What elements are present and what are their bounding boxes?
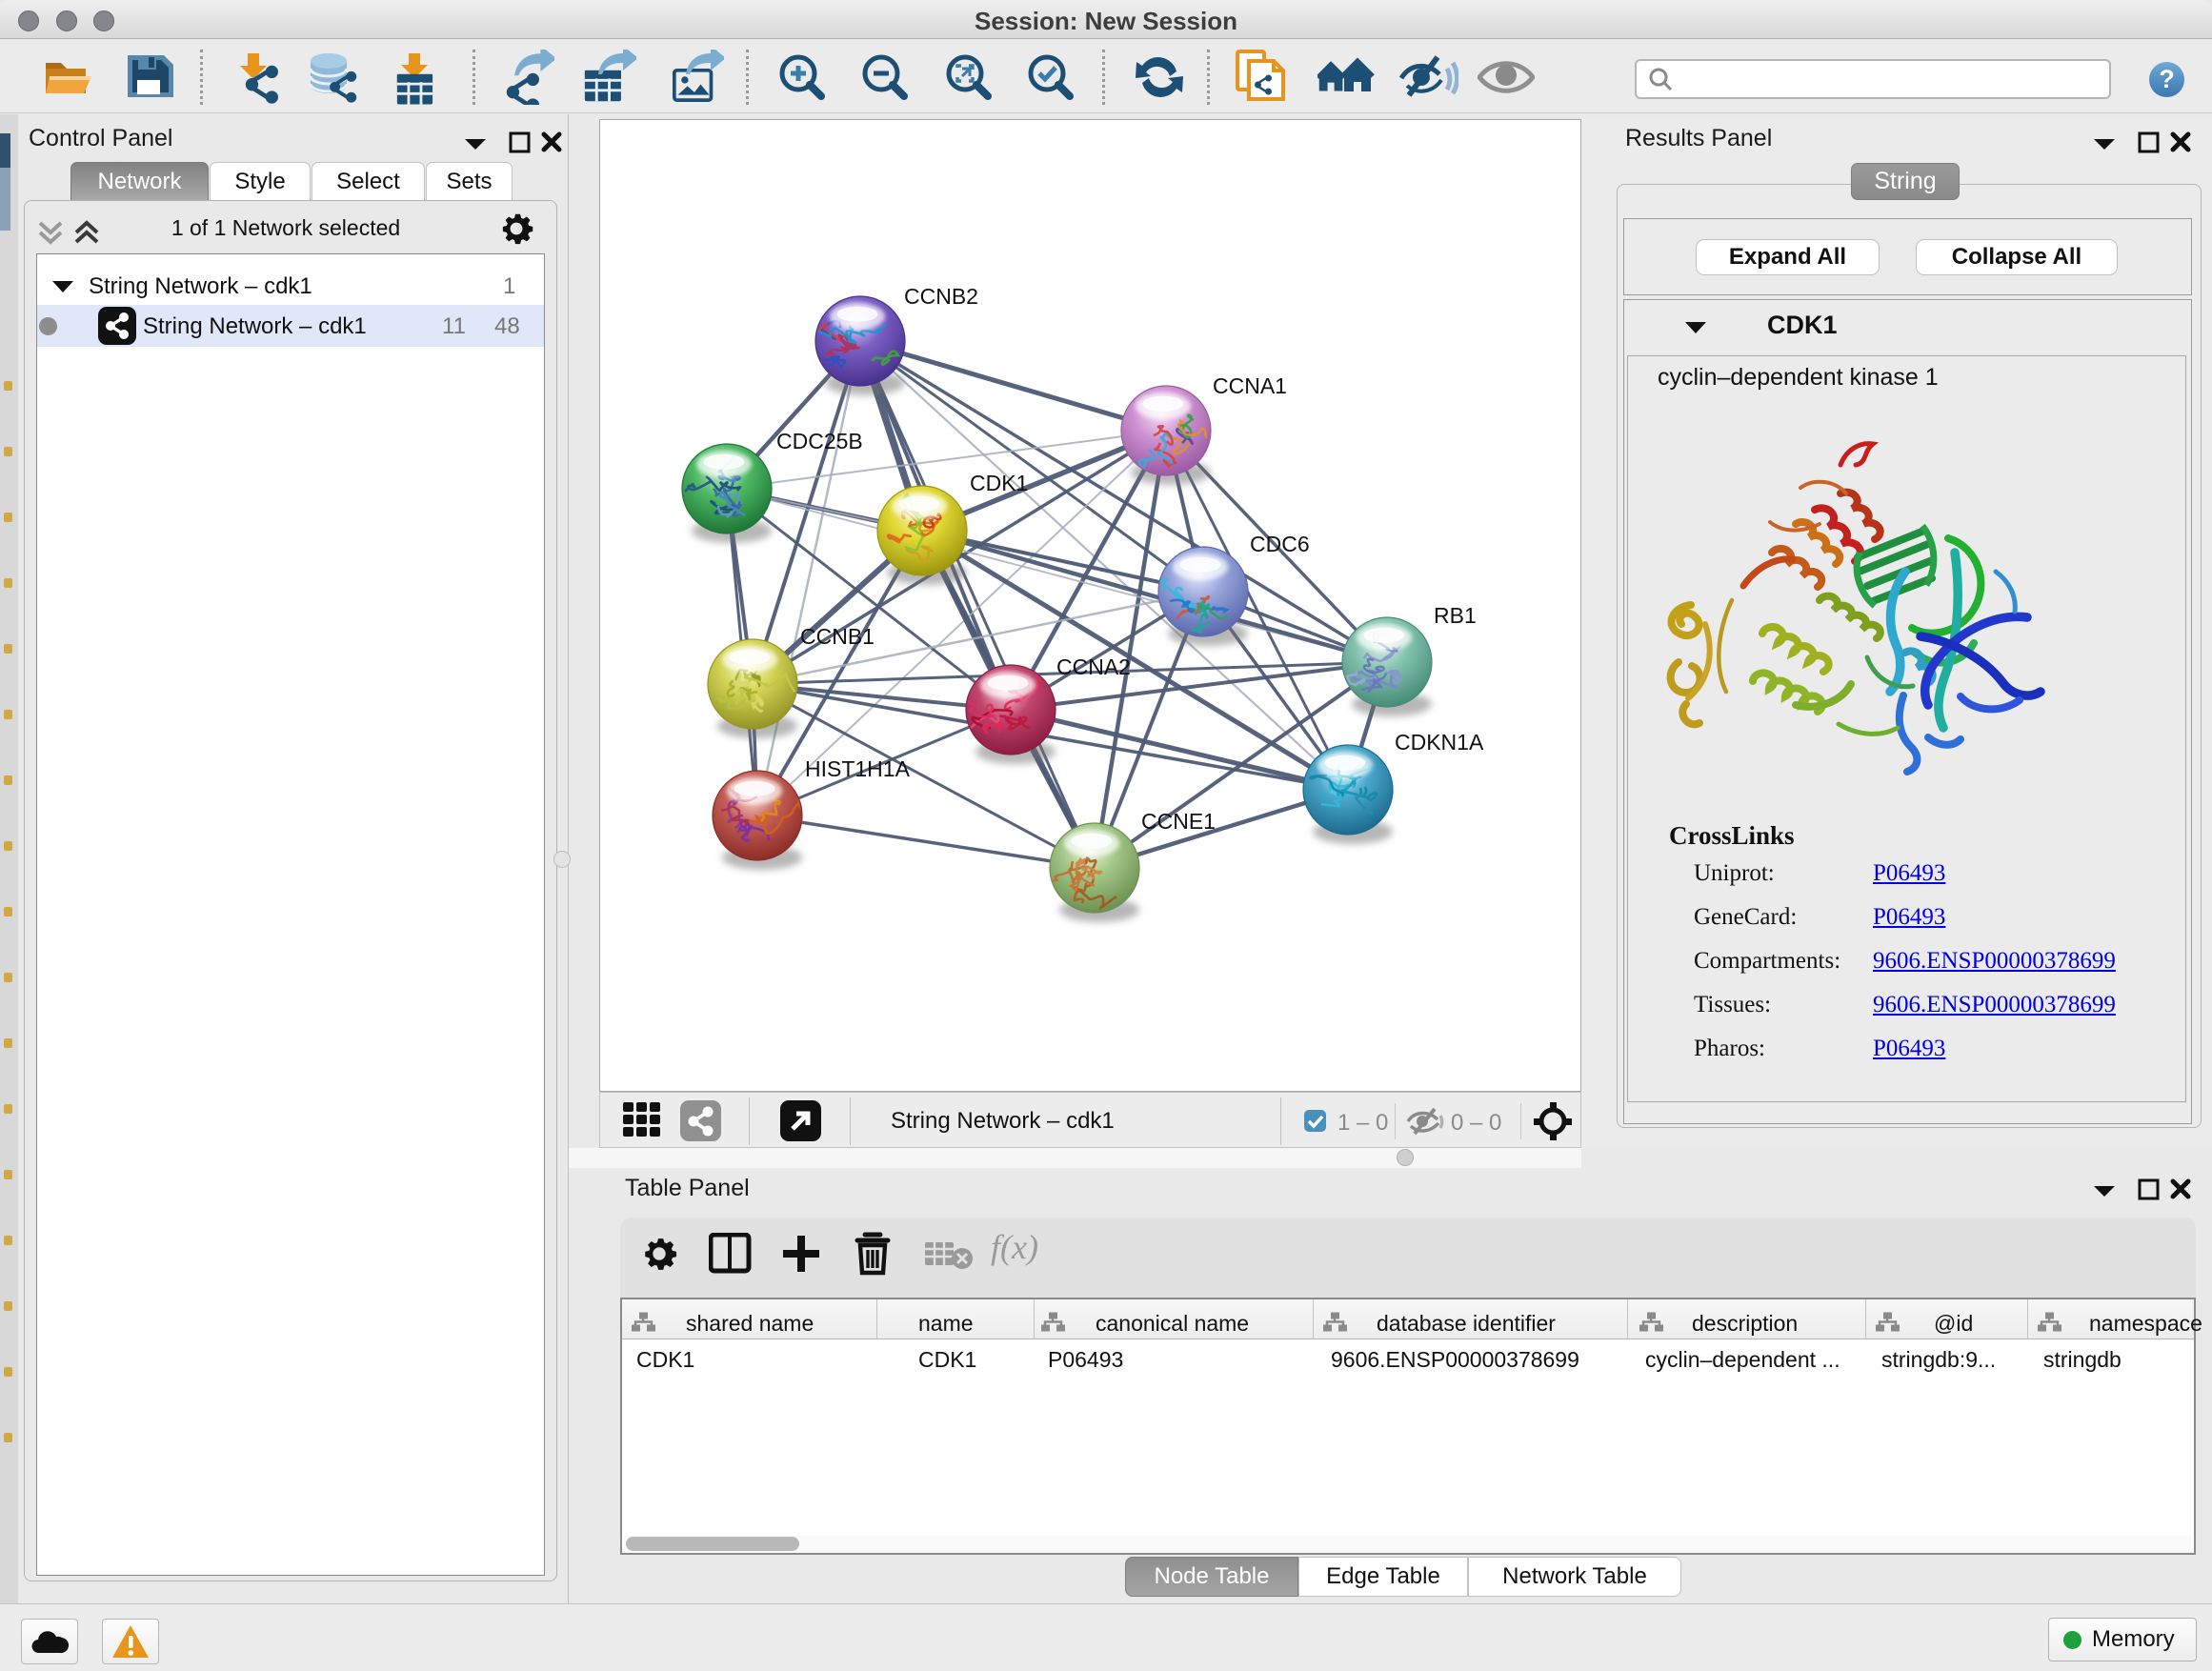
svg-text:CDKN1A: CDKN1A bbox=[1395, 730, 1484, 755]
svg-text:CCNA2: CCNA2 bbox=[1056, 654, 1131, 679]
svg-text:CCNB1: CCNB1 bbox=[800, 624, 875, 649]
svg-text:CDK1: CDK1 bbox=[970, 471, 1028, 495]
svg-text:CDC6: CDC6 bbox=[1250, 532, 1310, 556]
svg-text:CCNB2: CCNB2 bbox=[904, 284, 978, 309]
svg-text:RB1: RB1 bbox=[1434, 603, 1477, 628]
svg-text:CCNE1: CCNE1 bbox=[1141, 809, 1216, 834]
svg-text:HIST1H1A: HIST1H1A bbox=[805, 756, 911, 781]
svg-text:CCNA1: CCNA1 bbox=[1213, 373, 1287, 398]
svg-text:CDC25B: CDC25B bbox=[776, 429, 863, 453]
